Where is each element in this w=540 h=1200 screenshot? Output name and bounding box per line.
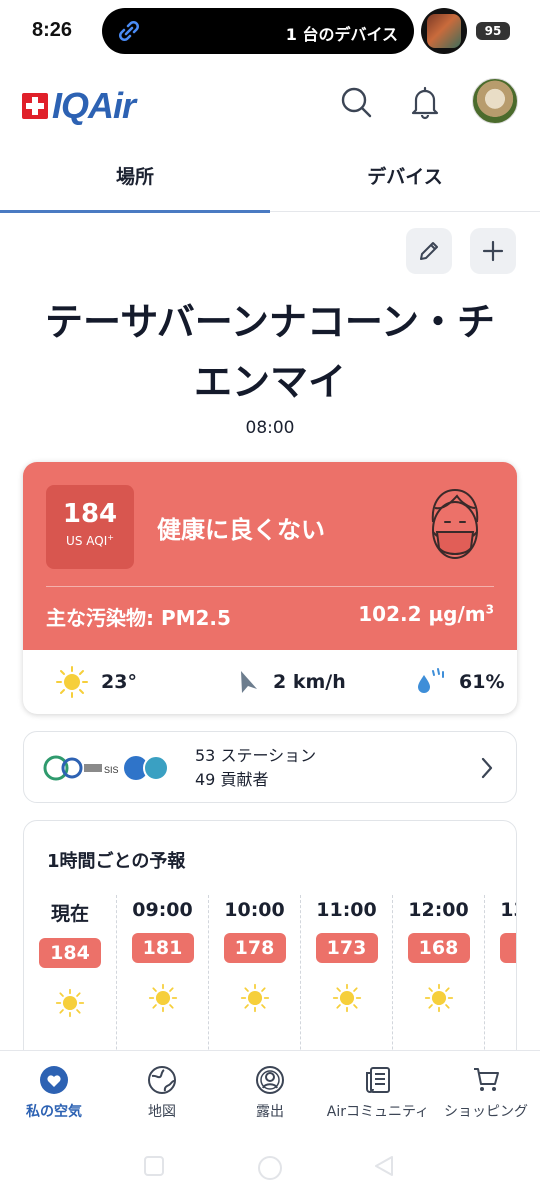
sun-icon bbox=[148, 983, 177, 1013]
app-header: IQAir bbox=[0, 62, 540, 146]
status-bar: 8:26 1 台のデバイス 95 bbox=[0, 0, 540, 62]
stations-row[interactable]: SIS 53 ステーション 49 貢献者 bbox=[23, 731, 517, 803]
temperature-value: 23° bbox=[101, 671, 137, 693]
recent-apps-icon[interactable] bbox=[142, 1154, 166, 1178]
system-nav-bar bbox=[0, 1130, 540, 1200]
location-time: 08:00 bbox=[245, 418, 295, 438]
nav-exposure[interactable]: 露出 bbox=[216, 1065, 324, 1121]
sun-icon bbox=[240, 983, 269, 1013]
humidity-item: 61% bbox=[415, 650, 504, 714]
aqi-card[interactable]: 184 US AQI+ 健康に良くない 主な汚染物: PM2.5 102.2 µ… bbox=[23, 462, 517, 714]
iqair-logo: IQAir bbox=[22, 85, 136, 126]
dynamic-island[interactable]: 1 台のデバイス bbox=[102, 8, 414, 54]
sun-icon bbox=[332, 983, 361, 1013]
nav-label: 地図 bbox=[148, 1104, 176, 1120]
logo-text: IQAir bbox=[52, 85, 136, 126]
aqi-unit-label: US AQI+ bbox=[66, 533, 114, 548]
weather-row: 23° 2 km/h 61% bbox=[23, 650, 517, 714]
heart-icon bbox=[40, 1066, 68, 1094]
contributor-count: 49 貢献者 bbox=[195, 770, 269, 789]
sun-icon bbox=[55, 988, 85, 1018]
temperature-item: 23° bbox=[55, 650, 137, 714]
forecast-aqi-badge: 16 bbox=[499, 933, 516, 963]
aqi-badge: 184 US AQI+ bbox=[46, 485, 134, 569]
nav-my-air[interactable]: 私の空気 bbox=[0, 1065, 108, 1121]
nav-label: 私の空気 bbox=[26, 1104, 82, 1120]
contributor-logos: SIS bbox=[43, 755, 169, 781]
status-time: 8:26 bbox=[32, 19, 73, 41]
main-pollutant: 主な汚染物: PM2.5 bbox=[46, 606, 231, 630]
edit-button[interactable] bbox=[406, 228, 452, 274]
nav-label: ショッピング bbox=[444, 1104, 528, 1120]
search-icon[interactable] bbox=[338, 84, 374, 120]
forecast-aqi-badge: 181 bbox=[131, 933, 194, 963]
wind-value: 2 km/h bbox=[273, 671, 346, 693]
avatar[interactable] bbox=[472, 78, 518, 124]
cart-icon bbox=[474, 1068, 499, 1091]
back-icon[interactable] bbox=[372, 1154, 396, 1178]
sun-icon bbox=[56, 666, 88, 698]
news-icon bbox=[366, 1067, 390, 1093]
plus-icon bbox=[482, 240, 504, 262]
nav-label: Airコミュニティ bbox=[326, 1104, 430, 1120]
forecast-time: 10:00 bbox=[224, 899, 285, 921]
globe-icon bbox=[148, 1066, 176, 1094]
chevron-right-icon bbox=[481, 757, 493, 779]
forecast-aqi-badge: 173 bbox=[315, 933, 378, 963]
tab-bar: 場所 デバイス bbox=[0, 146, 540, 213]
stations-text: 53 ステーション 49 貢献者 bbox=[195, 744, 316, 792]
nav-shopping[interactable]: ショッピング bbox=[432, 1065, 540, 1121]
bell-icon[interactable] bbox=[407, 84, 443, 120]
forecast-title: 1時間ごとの予報 bbox=[47, 851, 186, 872]
forecast-aqi-badge: 178 bbox=[223, 933, 286, 963]
pencil-icon bbox=[420, 242, 438, 260]
aqi-divider bbox=[46, 586, 494, 587]
humidity-value: 61% bbox=[459, 671, 505, 693]
add-button[interactable] bbox=[470, 228, 516, 274]
sun-icon bbox=[424, 983, 453, 1013]
wind-item: 2 km/h bbox=[237, 650, 346, 714]
aqi-banner: 184 US AQI+ 健康に良くない 主な汚染物: PM2.5 102.2 µ… bbox=[23, 462, 517, 650]
forecast-aqi-badge: 184 bbox=[39, 938, 101, 968]
pollutant-concentration: 102.2 µg/m3 bbox=[358, 602, 494, 626]
battery-indicator: 95 bbox=[476, 22, 510, 40]
link-icon bbox=[119, 21, 139, 41]
aqi-status: 健康に良くない bbox=[157, 516, 325, 544]
nav-air-community[interactable]: Airコミュニティ bbox=[324, 1065, 432, 1121]
tab-locations[interactable]: 場所 bbox=[0, 146, 270, 213]
island-thumbnail bbox=[421, 8, 467, 54]
exposure-icon bbox=[256, 1066, 284, 1094]
forecast-time: 09:00 bbox=[132, 899, 193, 921]
bottom-nav: 私の空気 地図 露出 Airコミュニティ ショッピング bbox=[0, 1050, 540, 1130]
forecast-time: 11:00 bbox=[316, 899, 377, 921]
face-mask-icon bbox=[431, 488, 479, 559]
aqi-value: 184 bbox=[62, 499, 118, 529]
location-name: テーサバーンナコーン・チエンマイ bbox=[45, 300, 495, 404]
swiss-cross-icon bbox=[22, 93, 48, 119]
forecast-time: 13:00 bbox=[500, 899, 516, 921]
nav-map[interactable]: 地図 bbox=[108, 1065, 216, 1121]
wind-direction-icon bbox=[241, 671, 257, 693]
svg-text:SIS: SIS bbox=[104, 765, 119, 775]
tab-devices[interactable]: デバイス bbox=[270, 146, 540, 212]
nav-label: 露出 bbox=[256, 1104, 284, 1120]
island-device-text: 1 台のデバイス bbox=[285, 25, 398, 44]
forecast-time: 12:00 bbox=[408, 899, 469, 921]
station-count: 53 ステーション bbox=[195, 746, 317, 765]
forecast-aqi-badge: 168 bbox=[407, 933, 470, 963]
humidity-drops-icon bbox=[418, 668, 444, 693]
forecast-time: 現在 bbox=[50, 903, 89, 925]
home-button-icon[interactable] bbox=[256, 1154, 284, 1182]
